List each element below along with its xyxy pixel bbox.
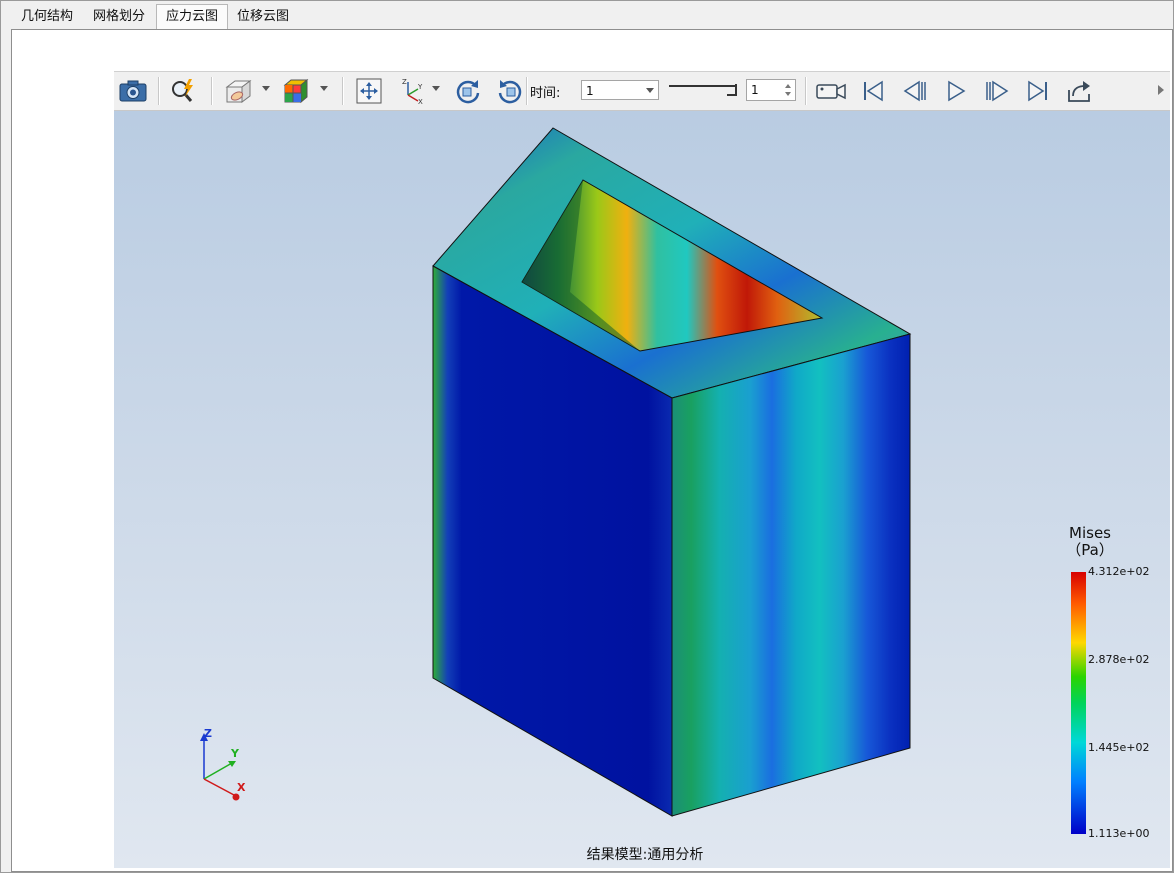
legend-color-bar bbox=[1071, 572, 1086, 834]
legend-title: Mises （Pa） bbox=[1060, 525, 1120, 559]
axis-y-label: Y bbox=[230, 747, 240, 760]
model-side-face bbox=[671, 333, 911, 817]
axis-x-label: X bbox=[237, 781, 246, 794]
legend-min-label: 1.113e+00 bbox=[1088, 827, 1150, 840]
legend-max-label: 4.312e+02 bbox=[1088, 565, 1150, 578]
stress-contour-model[interactable] bbox=[0, 0, 1174, 873]
legend-title-quantity: Mises bbox=[1069, 524, 1111, 542]
legend-low-label: 1.445e+02 bbox=[1088, 741, 1150, 754]
axis-triad: Z Y X bbox=[200, 727, 246, 801]
axis-z-label: Z bbox=[204, 727, 212, 740]
result-model-caption: 结果模型:通用分析 bbox=[586, 847, 704, 863]
legend-high-label: 2.878e+02 bbox=[1088, 653, 1150, 666]
legend-title-unit: （Pa） bbox=[1066, 541, 1114, 559]
